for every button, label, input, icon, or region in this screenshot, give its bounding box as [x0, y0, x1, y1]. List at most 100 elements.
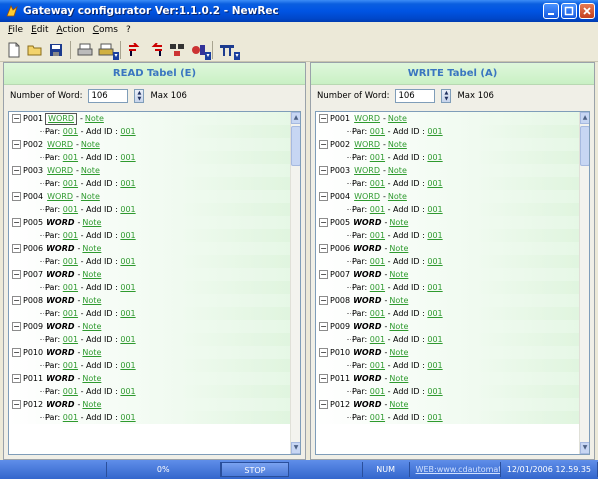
word-type-link[interactable]: WORD — [353, 270, 381, 279]
collapse-icon[interactable]: − — [319, 140, 328, 149]
note-link[interactable]: Note — [82, 374, 101, 383]
network-icon[interactable] — [167, 40, 187, 60]
menu-action[interactable]: Action — [53, 25, 89, 35]
tree-node[interactable]: − P011 WORD - Note — [316, 372, 579, 385]
word-type-link[interactable]: WORD — [354, 114, 380, 123]
add-id-value-link[interactable]: 001 — [427, 387, 442, 396]
note-link[interactable]: Note — [82, 296, 101, 305]
tree-node[interactable]: − P002 WORD - Note — [316, 138, 579, 151]
number-of-word-input[interactable]: 106 — [88, 89, 129, 103]
tree-node[interactable]: − P010 WORD - Note — [316, 346, 579, 359]
word-type-link[interactable]: WORD — [46, 374, 74, 383]
add-id-value-link[interactable]: 001 — [427, 257, 442, 266]
add-id-value-link[interactable]: 001 — [120, 335, 135, 344]
word-type-link[interactable]: WORD — [46, 244, 74, 253]
tree-node[interactable]: − P009 WORD - Note — [316, 320, 579, 333]
par-value-link[interactable]: 001 — [370, 387, 385, 396]
collapse-icon[interactable]: − — [319, 296, 328, 305]
tree-node[interactable]: − P006 WORD - Note — [316, 242, 579, 255]
par-value-link[interactable]: 001 — [370, 257, 385, 266]
word-type-link[interactable]: WORD — [46, 322, 74, 331]
word-type-link[interactable]: WORD — [354, 192, 380, 201]
par-value-link[interactable]: 001 — [370, 127, 385, 136]
note-link[interactable]: Note — [85, 114, 104, 123]
chevron-up-icon[interactable]: ▲ — [445, 90, 449, 96]
collapse-icon[interactable]: − — [12, 140, 21, 149]
add-id-value-link[interactable]: 001 — [427, 335, 442, 344]
add-id-value-link[interactable]: 001 — [120, 283, 135, 292]
menu-file[interactable]: File — [4, 25, 27, 35]
collapse-icon[interactable]: − — [319, 322, 328, 331]
tree-node[interactable]: − P010 WORD - Note — [9, 346, 290, 359]
par-value-link[interactable]: 001 — [370, 179, 385, 188]
scroll-down-icon[interactable]: ▼ — [580, 442, 589, 454]
word-type-link[interactable]: WORD — [46, 400, 74, 409]
write-tree-view[interactable]: − P001 WORD - Note Par: 001 - Add ID : 001− P0… — [315, 111, 590, 455]
note-link[interactable]: Note — [389, 348, 408, 357]
vertical-scrollbar[interactable]: ▲ ▼ — [579, 112, 589, 454]
display-icon[interactable]: ▾ — [217, 40, 240, 60]
print-setup-icon[interactable]: ▾ — [96, 40, 119, 60]
scroll-thumb[interactable] — [291, 126, 300, 166]
add-id-value-link[interactable]: 001 — [120, 361, 135, 370]
collapse-icon[interactable]: − — [319, 374, 328, 383]
scroll-thumb[interactable] — [580, 126, 589, 166]
website-link[interactable]: WEB:www.cdautomation.com — [410, 462, 501, 477]
tree-node[interactable]: − P005 WORD - Note — [316, 216, 579, 229]
note-link[interactable]: Note — [81, 166, 100, 175]
add-id-value-link[interactable]: 001 — [427, 309, 442, 318]
stop-button[interactable]: STOP — [220, 462, 289, 477]
tree-node[interactable]: − P003 WORD - Note — [316, 164, 579, 177]
tree-node[interactable]: − P011 WORD - Note — [9, 372, 290, 385]
collapse-icon[interactable]: − — [12, 270, 21, 279]
par-value-link[interactable]: 001 — [370, 309, 385, 318]
tree-node[interactable]: − P006 WORD - Note — [9, 242, 290, 255]
add-id-value-link[interactable]: 001 — [120, 413, 135, 422]
close-button[interactable] — [579, 3, 595, 19]
print-icon[interactable] — [75, 40, 95, 60]
add-id-value-link[interactable]: 001 — [427, 361, 442, 370]
number-spinner[interactable]: ▲ ▼ — [441, 89, 452, 103]
par-value-link[interactable]: 001 — [63, 231, 78, 240]
chevron-down-icon[interactable]: ▾ — [205, 51, 211, 60]
note-link[interactable]: Note — [388, 140, 407, 149]
tree-node[interactable]: − P003 WORD - Note — [9, 164, 290, 177]
vertical-scrollbar[interactable]: ▲ ▼ — [290, 112, 300, 454]
collapse-icon[interactable]: − — [319, 218, 328, 227]
word-type-link[interactable]: WORD — [45, 112, 78, 125]
tree-node[interactable]: − P004 WORD - Note — [316, 190, 579, 203]
note-link[interactable]: Note — [389, 400, 408, 409]
word-type-link[interactable]: WORD — [354, 166, 380, 175]
note-link[interactable]: Note — [81, 192, 100, 201]
word-type-link[interactable]: WORD — [46, 270, 74, 279]
add-id-value-link[interactable]: 001 — [427, 231, 442, 240]
par-value-link[interactable]: 001 — [63, 309, 78, 318]
collapse-icon[interactable]: − — [12, 348, 21, 357]
collapse-icon[interactable]: − — [12, 244, 21, 253]
note-link[interactable]: Note — [389, 374, 408, 383]
add-id-value-link[interactable]: 001 — [120, 309, 135, 318]
par-value-link[interactable]: 001 — [63, 205, 78, 214]
add-id-value-link[interactable]: 001 — [120, 127, 135, 136]
add-id-value-link[interactable]: 001 — [427, 179, 442, 188]
note-link[interactable]: Note — [81, 140, 100, 149]
read-tree-view[interactable]: − P001 WORD - Note Par: 001 - Add ID : 001− P0… — [8, 111, 301, 455]
collapse-icon[interactable]: − — [319, 400, 328, 409]
par-value-link[interactable]: 001 — [370, 205, 385, 214]
add-id-value-link[interactable]: 001 — [427, 127, 442, 136]
collapse-icon[interactable]: − — [319, 192, 328, 201]
par-value-link[interactable]: 001 — [63, 335, 78, 344]
chevron-down-icon[interactable]: ▼ — [138, 96, 142, 102]
tree-node[interactable]: − P008 WORD - Note — [9, 294, 290, 307]
collapse-icon[interactable]: − — [12, 322, 21, 331]
par-value-link[interactable]: 001 — [370, 153, 385, 162]
par-value-link[interactable]: 001 — [63, 387, 78, 396]
add-id-value-link[interactable]: 001 — [427, 413, 442, 422]
add-id-value-link[interactable]: 001 — [120, 205, 135, 214]
tree-node[interactable]: − P001 WORD - Note — [9, 112, 290, 125]
add-id-value-link[interactable]: 001 — [120, 257, 135, 266]
menu-coms[interactable]: Coms — [89, 25, 122, 35]
new-file-icon[interactable] — [4, 40, 24, 60]
note-link[interactable]: Note — [388, 192, 407, 201]
tree-node[interactable]: − P012 WORD - Note — [316, 398, 579, 411]
